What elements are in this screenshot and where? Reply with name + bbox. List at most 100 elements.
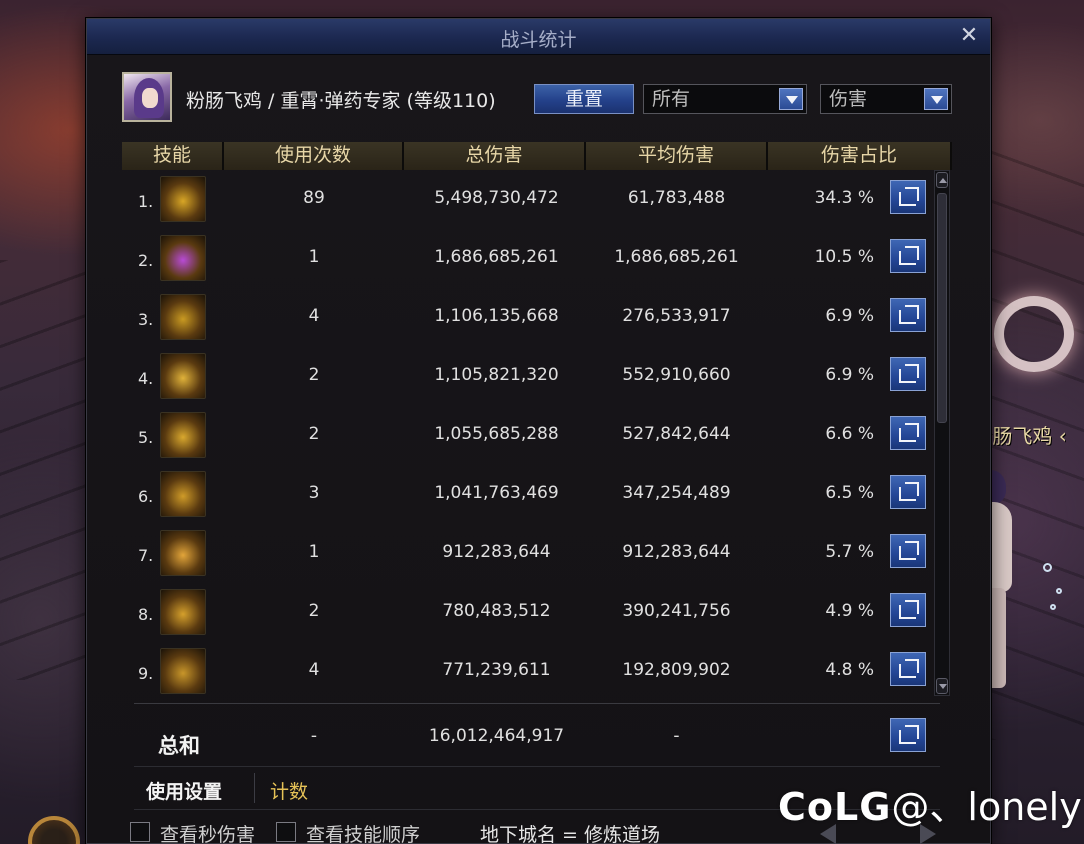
row-uses: 2 [308,601,320,621]
reset-button[interactable]: 重置 [534,84,634,114]
table-row: 6. 3 1,041,763,469 347,254,489 6.5 % [124,465,930,524]
scroll-up-icon[interactable] [936,172,948,188]
dropdown-arrow-icon[interactable] [779,88,803,110]
summary-total-damage: 16,012,464,917 [428,726,565,746]
row-avg-damage: 552,910,660 [622,365,731,385]
row-damage-share: 6.6 % [825,424,874,444]
tab-count[interactable]: 计数 [270,777,308,804]
scroll-down-icon[interactable] [936,678,948,694]
row-total-damage: 1,106,135,668 [434,306,559,326]
summary-divider [134,703,940,704]
summary-avg-damage: - [673,726,680,746]
row-avg-damage: 912,283,644 [622,542,731,562]
purple-laser-skill-icon[interactable] [160,235,206,281]
row-rank: 3. [138,310,154,329]
column-header-uses[interactable]: 使用次数 [224,142,402,170]
show-dps-label[interactable]: 查看秒伤害 [160,820,255,844]
row-avg-damage: 61,783,488 [627,188,726,208]
stat-type-value: 伤害 [829,88,868,110]
share-icon[interactable] [890,652,926,686]
row-share-button[interactable] [890,416,926,450]
table-row: 5. 2 1,055,685,288 527,842,644 6.6 % [124,406,930,465]
flame-ring-skill-icon[interactable] [160,294,206,340]
tab-usage-settings[interactable]: 使用设置 [146,777,222,804]
watermark: CoLG@、lonely [778,776,1082,831]
bubble-effect [1043,563,1052,572]
row-rank: 6. [138,487,154,506]
table-row: 3. 4 1,106,135,668 276,533,917 6.9 % [124,288,930,347]
row-rank: 9. [138,664,154,683]
row-uses: 4 [308,660,320,680]
share-icon[interactable] [890,534,926,568]
column-header-skill[interactable]: 技能 [122,142,222,170]
target-filter-value: 所有 [652,88,691,110]
row-share-button[interactable] [890,357,926,391]
row-total-damage: 1,041,763,469 [434,483,559,503]
table-header: 技能 使用次数 总伤害 平均伤害 伤害占比 [122,142,952,170]
row-share-button[interactable] [890,593,926,627]
hud-orb [28,816,80,844]
row-rank: 7. [138,546,154,565]
watermark-handle: @、lonely [891,785,1082,829]
ground-blast-skill-icon[interactable] [160,589,206,635]
row-uses: 1 [308,542,320,562]
bubble-effect [1056,588,1062,594]
row-share-button[interactable] [890,180,926,214]
window-titlebar[interactable]: 战斗统计 ✕ [87,19,990,55]
grenade-skill-icon[interactable] [160,176,206,222]
dropdown-arrow-icon[interactable] [924,88,948,110]
table-scrollbar[interactable] [934,170,950,696]
row-share-button[interactable] [890,652,926,686]
scroll-thumb[interactable] [937,193,947,423]
row-avg-damage: 192,809,902 [622,660,731,680]
row-avg-damage: 390,241,756 [622,601,731,621]
summary-uses: - [310,726,318,746]
row-avg-damage: 527,842,644 [622,424,731,444]
row-uses: 2 [308,424,320,444]
row-share-button[interactable] [890,239,926,273]
blast-burst-skill-icon[interactable] [160,412,206,458]
row-damage-share: 6.5 % [825,483,874,503]
share-icon[interactable] [890,416,926,450]
row-rank: 1. [138,192,154,211]
row-damage-share: 4.8 % [825,660,874,680]
row-rank: 4. [138,369,154,388]
table-row: 2. 1 1,686,685,261 1,686,685,261 10.5 % [124,229,930,288]
show-skill-order-checkbox[interactable] [276,822,296,842]
window-title: 战斗统计 [500,29,577,51]
spiral-skill-icon[interactable] [160,471,206,517]
character-avatar [122,72,172,122]
share-icon[interactable] [890,357,926,391]
share-icon[interactable] [890,718,926,752]
row-share-button[interactable] [890,475,926,509]
stat-type-select[interactable]: 伤害 [820,84,952,114]
share-icon[interactable] [890,239,926,273]
row-avg-damage: 1,686,685,261 [614,247,739,267]
tab-separator [254,773,255,803]
column-header-avg[interactable]: 平均伤害 [586,142,766,170]
summary-share-button[interactable] [890,718,926,752]
row-total-damage: 771,239,611 [442,660,551,680]
show-dps-checkbox[interactable] [130,822,150,842]
share-icon[interactable] [890,475,926,509]
share-icon[interactable] [890,593,926,627]
rocket-skill-icon[interactable] [160,648,206,694]
column-header-total[interactable]: 总伤害 [404,142,584,170]
share-icon[interactable] [890,298,926,332]
background-ground-left [0,260,100,680]
explosion-tree-skill-icon[interactable] [160,353,206,399]
row-total-damage: 1,105,821,320 [434,365,559,385]
target-filter-select[interactable]: 所有 [643,84,807,114]
row-total-damage: 5,498,730,472 [434,188,559,208]
row-share-button[interactable] [890,534,926,568]
close-icon[interactable]: ✕ [958,24,980,48]
bullet-rain-skill-icon[interactable] [160,530,206,576]
show-skill-order-label[interactable]: 查看技能顺序 [306,820,420,844]
row-total-damage: 912,283,644 [442,542,551,562]
table-row: 8. 2 780,483,512 390,241,756 4.9 % [124,583,930,642]
share-icon[interactable] [890,180,926,214]
row-share-button[interactable] [890,298,926,332]
row-uses: 4 [308,306,320,326]
skill-ring-effect [994,296,1074,372]
column-header-pct[interactable]: 伤害占比 [768,142,950,170]
